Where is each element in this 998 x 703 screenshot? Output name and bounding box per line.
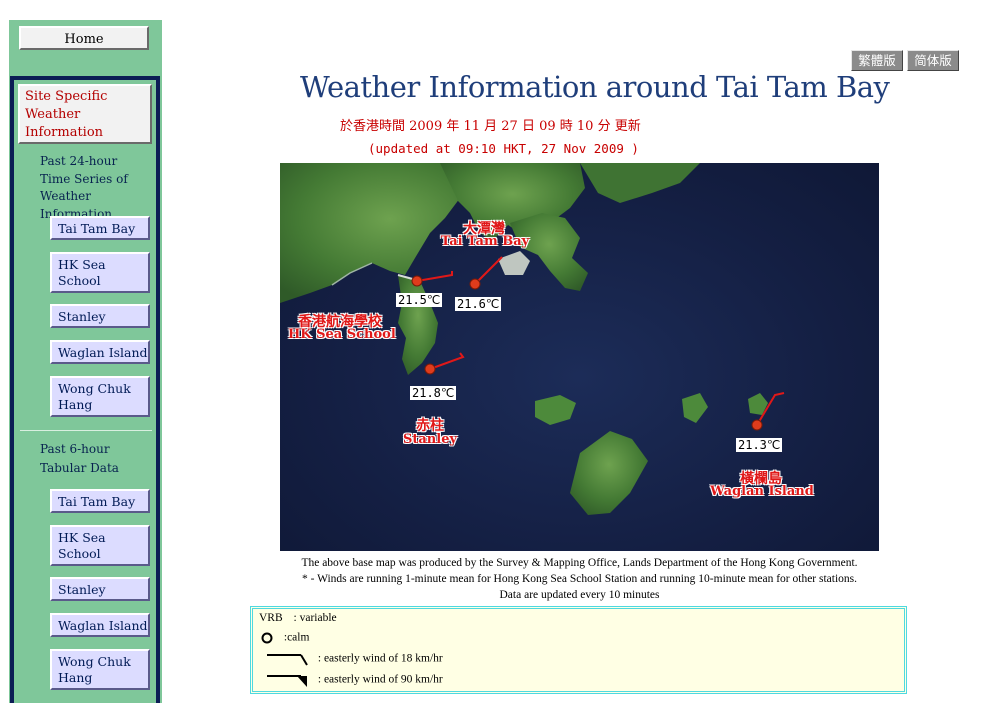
wind-barb-18-icon — [267, 654, 308, 666]
nav-24hr-tai-tam-bay[interactable]: Tai Tam Bay — [50, 216, 150, 240]
island-east-small — [682, 393, 708, 423]
wind-barb-90-icon — [267, 675, 307, 687]
legend-wind18-text: : easterly wind of 18 km/hr — [317, 652, 443, 665]
traditional-chinese-button[interactable]: 繁體版 — [851, 50, 903, 71]
nav-divider — [20, 430, 152, 431]
wind-barb-stanley — [429, 352, 465, 370]
nav-frame: Site Specific Weather Information Past 2… — [10, 76, 160, 703]
nav-6hr-hk-sea-school[interactable]: HK Sea School — [50, 525, 150, 566]
temp-label-hk-sea-school: 21.5℃ — [396, 293, 443, 307]
section-heading-24hr[interactable]: Past 24-hour Time Series of Weather Info… — [40, 153, 150, 223]
base-map-credit: The above base map was produced by the S… — [301, 557, 858, 569]
sidebar: Home Site Specific Weather Information P… — [9, 20, 162, 703]
legend-vrb-key: VRB — [259, 612, 283, 624]
temp-label-stanley: 21.8℃ — [410, 386, 457, 400]
legend-wind90-text: : easterly wind of 90 km/hr — [317, 673, 443, 686]
nav-24hr-stanley[interactable]: Stanley — [50, 304, 150, 328]
station-marker-tai-tam-bay[interactable] — [469, 278, 481, 290]
place-name-en-hk-sea-school: HK Sea School — [288, 327, 396, 342]
legend-calm-row: :calm — [259, 631, 309, 645]
site-specific-weather-link[interactable]: Site Specific Weather Information — [18, 84, 152, 144]
legend-wind90-row: : easterly wind of 90 km/hr — [259, 671, 443, 689]
page-title: Weather Information around Tai Tam Bay — [300, 70, 890, 104]
simplified-chinese-button[interactable]: 简体版 — [907, 50, 959, 71]
update-frequency-note: Data are updated every 10 minutes — [499, 589, 660, 601]
satellite-map: 21.5℃ 21.6℃ 21.8℃ 21.3℃ 大潭灣 Tai Tam Bay … — [280, 163, 879, 551]
legend-vrb-text: : variable — [293, 612, 337, 624]
upper-right-land — [580, 163, 700, 203]
nav-24hr-hk-sea-school[interactable]: HK Sea School — [50, 252, 150, 293]
legend-calm-text: :calm — [283, 631, 310, 644]
nav-6hr-wong-chuk-hang[interactable]: Wong Chuk Hang — [50, 649, 150, 690]
stanley-peninsula-land — [398, 275, 438, 375]
home-button[interactable]: Home — [19, 26, 149, 50]
wind-legend: VRB : variable :calm : easterly wind of … — [250, 606, 907, 694]
place-name-en-stanley: Stanley — [402, 432, 458, 447]
calm-circle-icon — [261, 632, 273, 644]
updated-time-chinese: 於香港時間 2009 年 11 月 27 日 09 時 10 分 更新 — [340, 119, 641, 134]
island-large-south — [570, 431, 648, 515]
temp-label-tai-tam-bay: 21.6℃ — [455, 297, 502, 311]
wind-barb-tai-tam-bay — [474, 256, 503, 285]
legend-wind18-row: : easterly wind of 18 km/hr — [259, 650, 443, 668]
temp-label-waglan-island: 21.3℃ — [736, 438, 783, 452]
winds-note: * - Winds are running 1-minute mean for … — [301, 573, 858, 585]
daguilar-peninsula-land — [510, 213, 588, 291]
island-small-center — [535, 395, 576, 425]
nav-24hr-wong-chuk-hang[interactable]: Wong Chuk Hang — [50, 376, 150, 417]
nav-24hr-waglan-island[interactable]: Waglan Island — [50, 340, 150, 364]
updated-time-english: (updated at 09:10 HKT, 27 Nov 2009 ) — [368, 141, 639, 156]
nav-6hr-stanley[interactable]: Stanley — [50, 577, 150, 601]
station-marker-waglan-island[interactable] — [751, 419, 763, 431]
place-name-en-tai-tam-bay: Tai Tam Bay — [440, 234, 530, 249]
station-marker-hk-sea-school[interactable] — [411, 275, 423, 287]
station-marker-stanley[interactable] — [424, 363, 436, 375]
legend-vrb-row: VRB : variable — [259, 612, 337, 624]
nav-6hr-tai-tam-bay[interactable]: Tai Tam Bay — [50, 489, 150, 513]
reservoir-area — [498, 251, 530, 275]
nav-6hr-waglan-island[interactable]: Waglan Island — [50, 613, 150, 637]
section-heading-6hr[interactable]: Past 6-hour Tabular Data — [40, 440, 150, 478]
place-name-en-waglan-island: Waglan Island — [710, 484, 814, 499]
nav-panel: Site Specific Weather Information Past 2… — [14, 80, 156, 703]
